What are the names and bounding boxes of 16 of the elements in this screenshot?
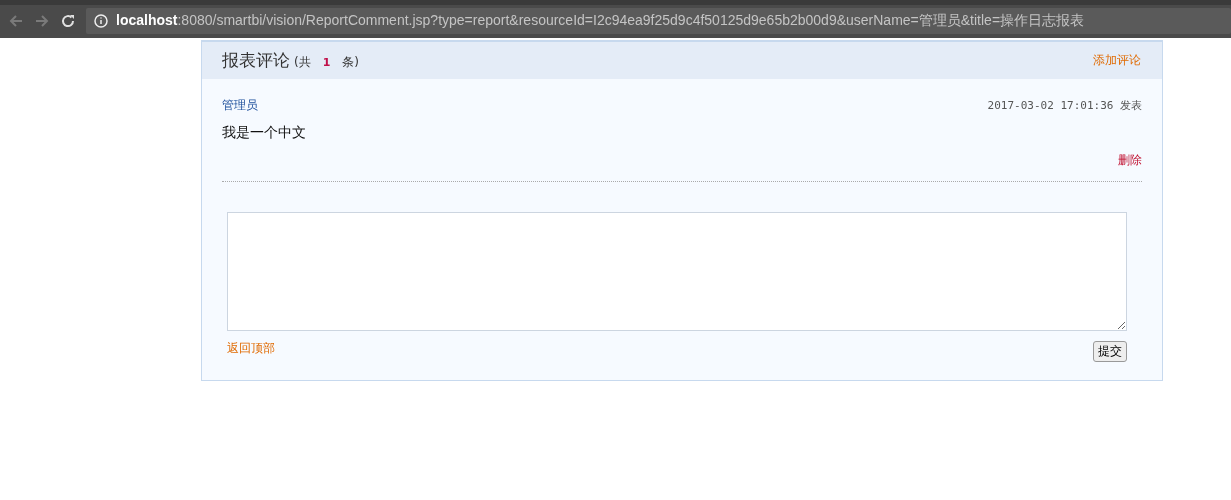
info-icon[interactable] <box>94 14 108 28</box>
url-text: localhost:8080/smartbi/vision/ReportComment.jsp?type=report&resourceId=I2c94ea9f25d9c4f50125d9e65b2b00d9&userName=管理员&title=操作日志报表 <box>116 12 1085 30</box>
forward-arrow-icon[interactable] <box>34 13 50 29</box>
submit-button[interactable]: 提交 <box>1093 341 1127 362</box>
back-arrow-icon[interactable] <box>8 13 24 29</box>
comment-count: 1 <box>322 56 331 69</box>
comment-author[interactable]: 管理员 <box>222 97 258 114</box>
reload-icon[interactable] <box>60 13 76 29</box>
comment-input-field[interactable] <box>227 212 1127 331</box>
panel-title: 报表评论 <box>222 49 290 72</box>
comment-time: 2017-03-02 17:01:36 发表 <box>987 98 1142 113</box>
comment-text: 我是一个中文 <box>222 124 307 142</box>
comment-count-prefix: (共 <box>294 54 311 71</box>
comment-count-suffix: 条) <box>342 54 360 71</box>
delete-link[interactable]: 删除 <box>1118 152 1142 169</box>
address-bar[interactable]: localhost:8080/smartbi/vision/ReportComment.jsp?type=report&resourceId=I2c94ea9f25d9c4f50125d9e65b2b00d9&userName=管理员&title=操作日志报表 <box>86 8 1231 34</box>
